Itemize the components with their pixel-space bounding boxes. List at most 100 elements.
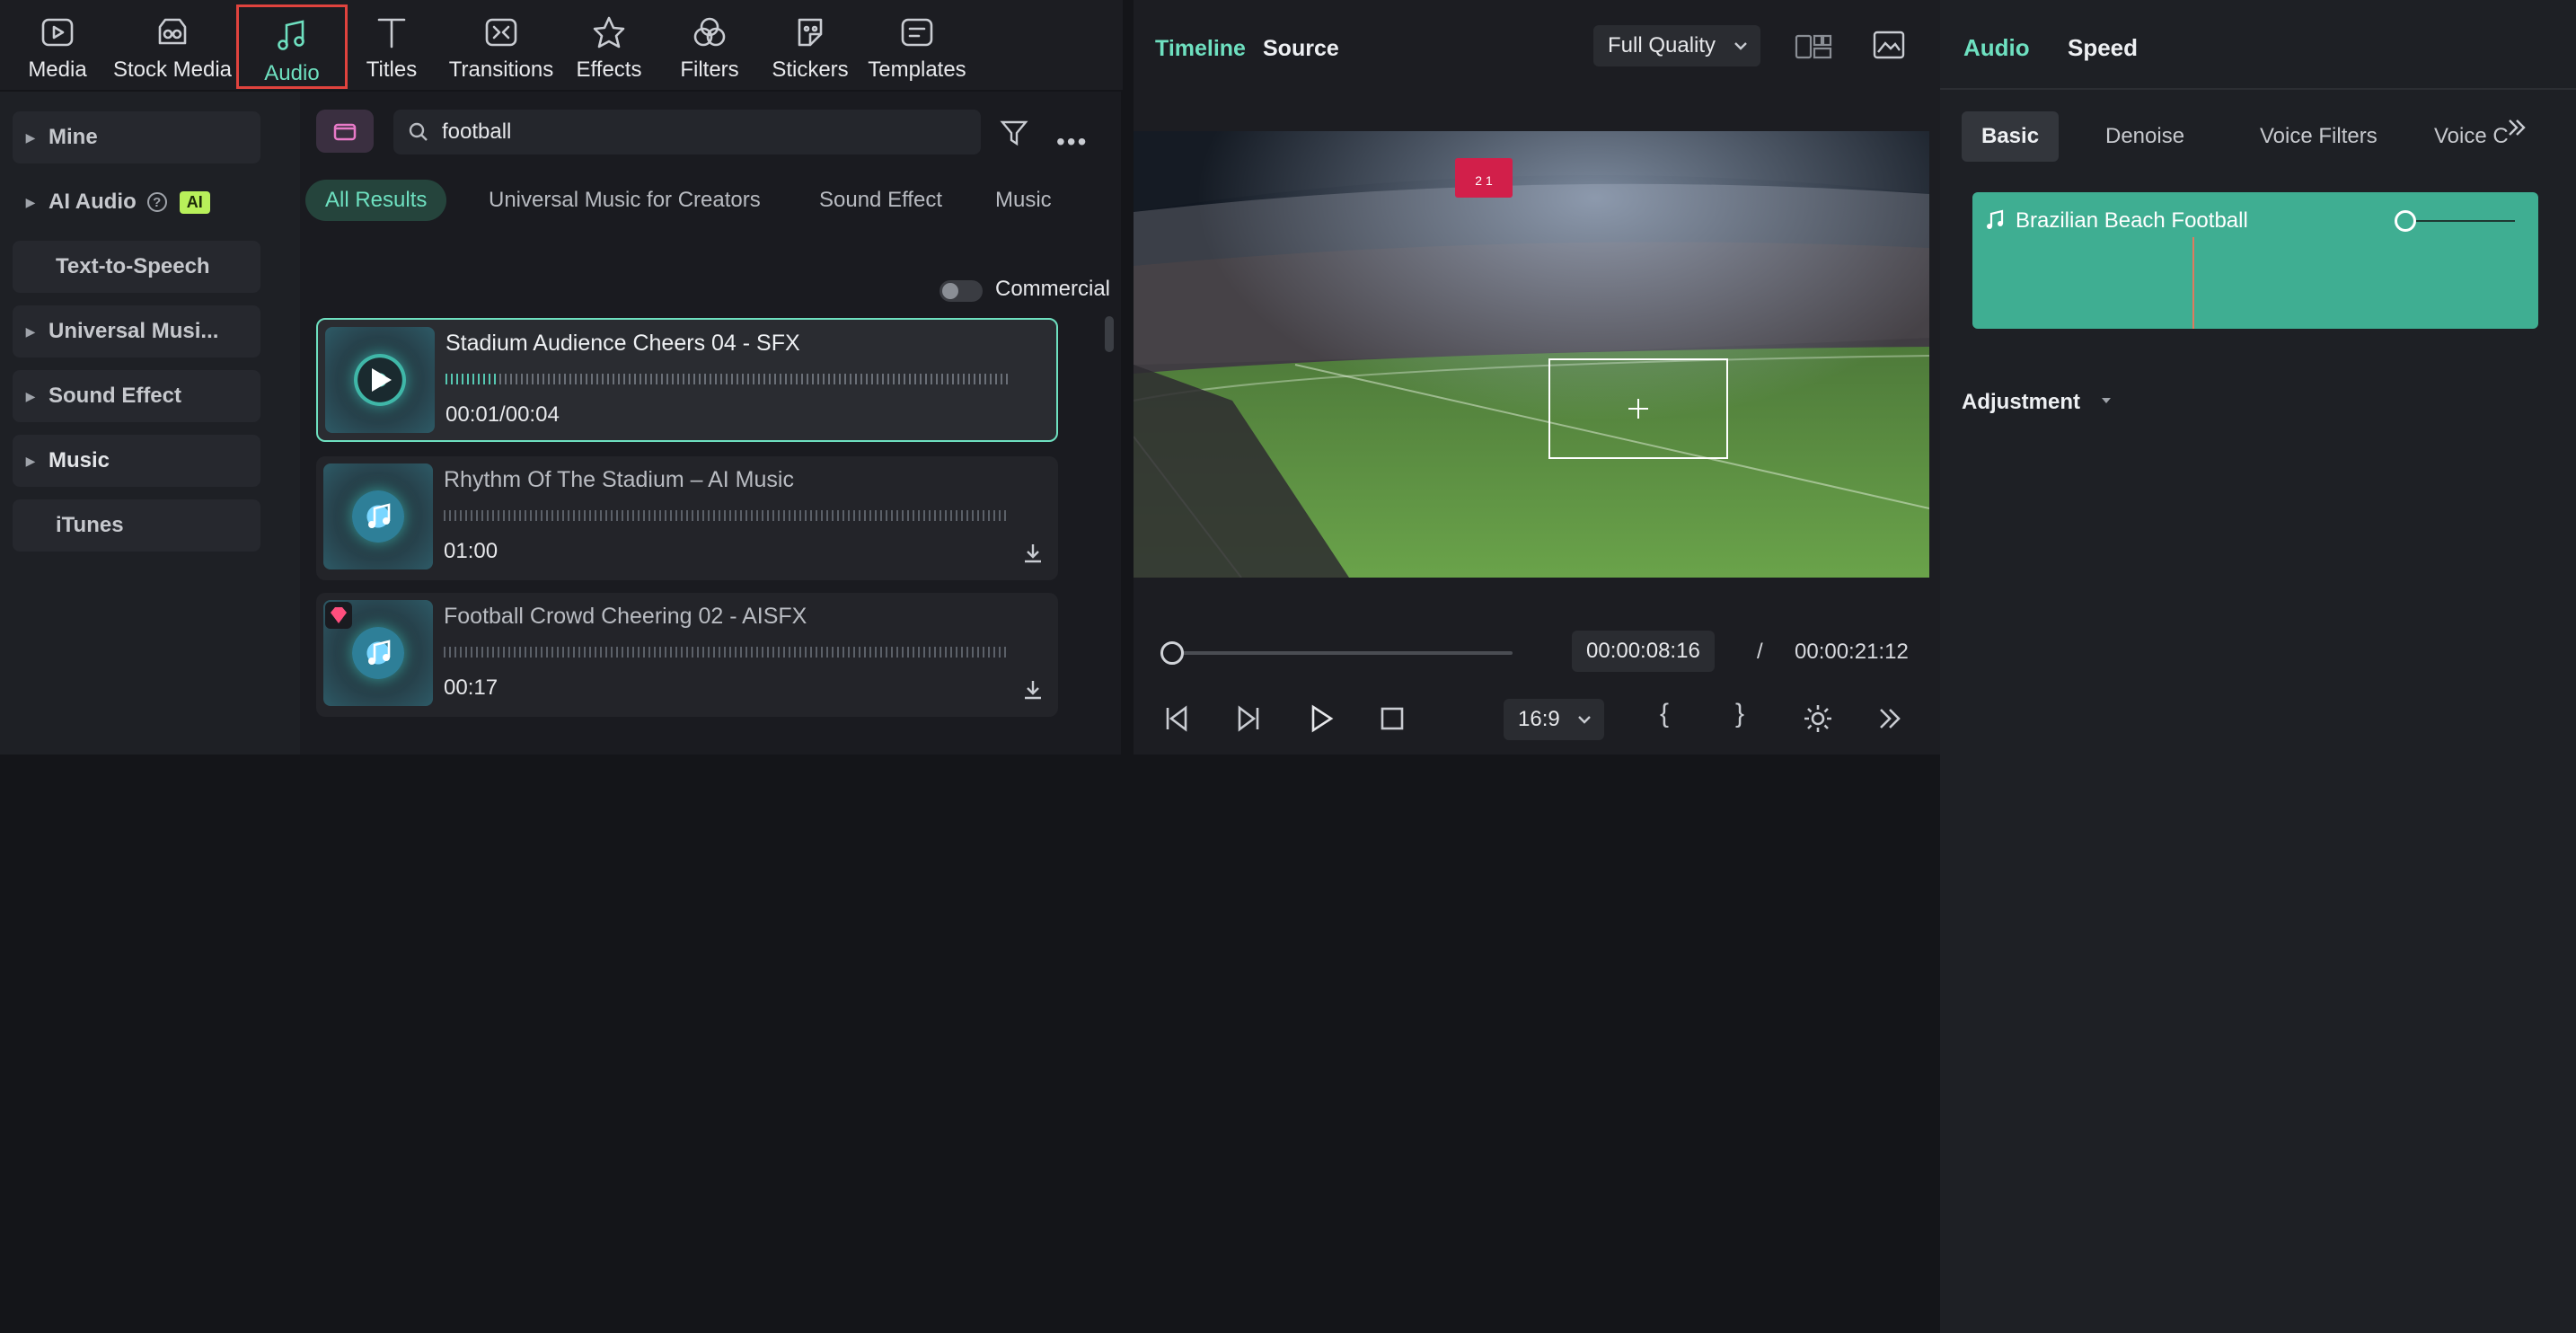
playback-scrubber[interactable] — [1160, 641, 1513, 665]
category-music[interactable]: ▶ Music — [13, 435, 260, 487]
music-note-icon — [278, 20, 304, 50]
total-timecode: 00:00:21:12 — [1795, 640, 1909, 664]
toolbar-filters[interactable]: Filters — [672, 9, 747, 83]
effects-icon — [593, 16, 625, 49]
mark-out-icon[interactable]: } — [1735, 699, 1744, 729]
category-label: iTunes — [56, 513, 124, 537]
toolbar-effects[interactable]: Effects — [569, 9, 648, 83]
clip-name: Brazilian Beach Football — [2016, 208, 2248, 233]
tab-source[interactable]: Source — [1263, 36, 1339, 62]
toolbar-media[interactable]: Media — [18, 9, 97, 83]
category-ai-audio[interactable]: ▶ AI Audio ? AI — [13, 176, 260, 228]
subtab-denoise[interactable]: Denoise — [2086, 111, 2204, 162]
toolbar-stock-media[interactable]: Stock Media — [111, 9, 234, 83]
result-waveform[interactable] — [444, 647, 1010, 658]
results-panel: football ••• All Results Universal Music… — [300, 92, 1121, 755]
caret-right-icon: ▶ — [25, 323, 36, 339]
toolbar-transitions[interactable]: Transitions — [446, 9, 557, 83]
tab-speed[interactable]: Speed — [2068, 34, 2138, 62]
timecode-separator: / — [1757, 640, 1763, 664]
category-panel: ▶ Mine ▶ AI Audio ? AI Text-to-Speech ▶ Uni… — [0, 92, 300, 755]
category-text-to-speech[interactable]: Text-to-Speech — [13, 241, 260, 293]
chip-all-results[interactable]: All Results — [305, 180, 447, 221]
scoreboard-text: 2 1 — [1475, 173, 1493, 188]
music-note-icon — [368, 503, 391, 528]
category-mine[interactable]: ▶ Mine — [13, 111, 260, 163]
caret-right-icon: ▶ — [25, 194, 36, 209]
templates-icon — [901, 18, 933, 47]
double-chevron-right-icon[interactable] — [1874, 702, 1906, 735]
commercial-toggle[interactable] — [940, 280, 983, 302]
top-toolbar: Media Stock Media Audio Titles Transitio… — [0, 0, 1123, 90]
stop-icon[interactable] — [1376, 702, 1408, 735]
results-scrollbar[interactable] — [1105, 316, 1114, 352]
toolbar-label: Templates — [868, 57, 966, 82]
chip-sound-effect[interactable]: Sound Effect — [799, 180, 962, 221]
chip-music[interactable]: Music — [975, 180, 1072, 221]
snapshot-icon[interactable] — [1872, 29, 1906, 61]
search-box[interactable]: football — [393, 110, 981, 154]
adjustment-header[interactable]: Adjustment — [1962, 390, 2080, 415]
double-chevron-right-icon[interactable] — [2504, 115, 2529, 140]
caret-right-icon: ▶ — [25, 388, 36, 403]
previous-frame-icon[interactable] — [1160, 702, 1193, 735]
grid-view-icon[interactable] — [1795, 32, 1832, 61]
library-button[interactable] — [316, 110, 374, 153]
store-icon — [333, 123, 357, 141]
result-waveform[interactable] — [446, 374, 1011, 384]
result-thumbnail — [325, 327, 435, 433]
download-icon[interactable] — [1020, 677, 1045, 702]
category-label: Music — [49, 448, 110, 472]
chevron-down-icon — [1578, 716, 1591, 724]
filters-icon — [693, 17, 726, 47]
play-icon[interactable] — [1304, 702, 1337, 735]
chip-universal-music[interactable]: Universal Music for Creators — [469, 180, 781, 221]
current-timecode[interactable]: 00:00:08:16 — [1572, 631, 1715, 672]
subtab-voice-filters[interactable]: Voice Filters — [2240, 111, 2397, 162]
category-universal-music[interactable]: ▶ Universal Musi... — [13, 305, 260, 358]
toolbar-templates[interactable]: Templates — [864, 9, 970, 83]
search-input[interactable]: football — [442, 119, 511, 145]
help-icon[interactable]: ? — [146, 192, 167, 212]
subtab-basic[interactable]: Basic — [1962, 111, 2060, 162]
result-waveform[interactable] — [444, 510, 1010, 521]
toolbar-label: Audio — [264, 61, 320, 85]
tab-audio[interactable]: Audio — [1963, 34, 2030, 62]
aspect-value: 16:9 — [1518, 707, 1560, 731]
next-frame-icon[interactable] — [1232, 702, 1265, 735]
preview-panel: Timeline Source Full Quality 2 1 00:00:0… — [1134, 0, 1942, 755]
result-item[interactable]: Stadium Audience Cheers 04 - SFX 00:01/0… — [316, 318, 1058, 442]
result-duration: 01:00 — [444, 539, 498, 563]
toolbar-label: Filters — [680, 57, 739, 82]
download-icon[interactable] — [1020, 541, 1045, 566]
tab-timeline[interactable]: Timeline — [1155, 36, 1246, 62]
filter-icon[interactable] — [999, 117, 1031, 149]
search-icon — [409, 122, 428, 141]
media-icon — [41, 18, 74, 47]
result-item[interactable]: Rhythm Of The Stadium – AI Music 01:00 — [316, 456, 1058, 580]
clip-volume-handle[interactable] — [2395, 210, 2416, 232]
caret-down-icon[interactable] — [2100, 395, 2113, 406]
video-preview[interactable]: 2 1 — [1134, 131, 1929, 578]
toolbar-titles[interactable]: Titles — [356, 9, 428, 83]
toolbar-label: Media — [28, 57, 87, 82]
toolbar-stickers[interactable]: Stickers — [765, 9, 855, 83]
stadium-frame-image: 2 1 — [1134, 131, 1929, 578]
more-options-icon[interactable]: ••• — [1056, 128, 1088, 156]
category-sound-effect[interactable]: ▶ Sound Effect — [13, 370, 260, 422]
toolbar-label: Titles — [366, 57, 418, 82]
quality-select[interactable]: Full Quality — [1593, 25, 1760, 66]
mark-in-icon[interactable]: { — [1660, 699, 1669, 729]
play-icon[interactable] — [365, 365, 395, 395]
category-label: AI Audio — [49, 190, 137, 214]
result-title: Stadium Audience Cheers 04 - SFX — [446, 331, 800, 356]
category-label: Text-to-Speech — [56, 254, 210, 278]
audio-waveform-preview[interactable]: Brazilian Beach Football — [1972, 192, 2538, 329]
aspect-ratio-select[interactable]: 16:9 — [1504, 699, 1604, 740]
category-itunes[interactable]: iTunes — [13, 499, 260, 552]
toolbar-audio[interactable]: Audio — [236, 4, 348, 89]
toolbar-label: Effects — [576, 57, 642, 82]
music-note-icon — [368, 640, 391, 665]
result-item[interactable]: Football Crowd Cheering 02 - AISFX 00:17 — [316, 593, 1058, 717]
settings-gear-icon[interactable] — [1802, 702, 1834, 735]
